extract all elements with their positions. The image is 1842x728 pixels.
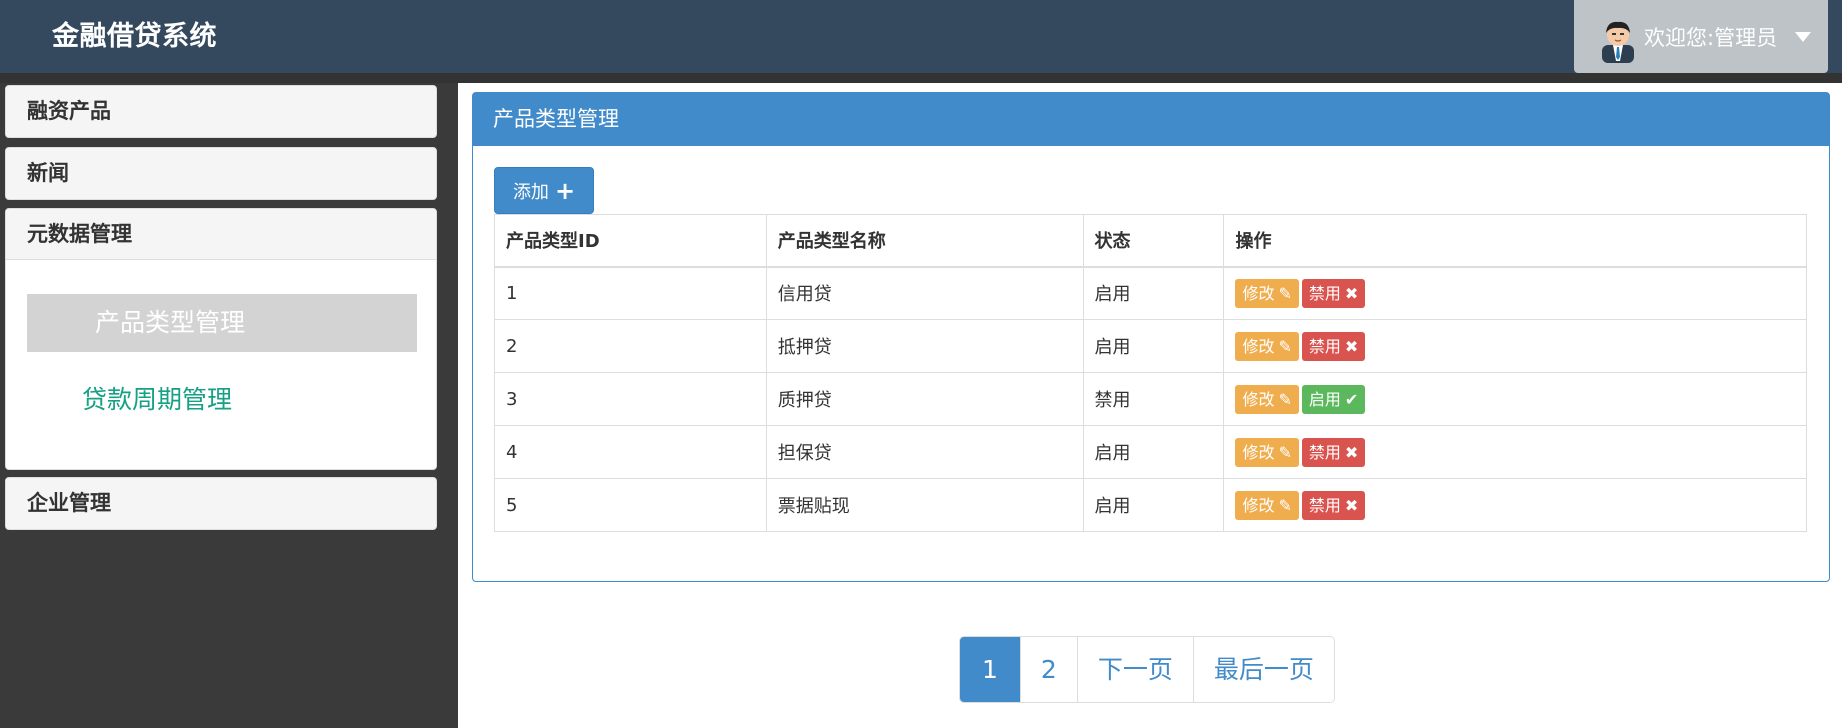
brand-title[interactable]: 金融借贷系统: [52, 0, 217, 73]
cell-status: 启用: [1082, 266, 1225, 320]
pencil-icon: ✎: [1278, 283, 1292, 303]
edit-button-label: 修改: [1242, 389, 1275, 409]
cell-id: 1: [494, 266, 767, 320]
disable-button-label: 禁用: [1308, 495, 1341, 515]
edit-button[interactable]: 修改 ✎: [1235, 278, 1299, 308]
sidebar-panel-financing[interactable]: 融资产品: [5, 85, 437, 138]
edit-button-label: 修改: [1242, 283, 1275, 303]
sidebar-panel-enterprise[interactable]: 企业管理: [5, 477, 437, 530]
cell-id: 5: [494, 478, 767, 532]
edit-button[interactable]: 修改 ✎: [1235, 437, 1299, 467]
page-button-2[interactable]: 2: [1019, 637, 1077, 702]
caret-down-icon[interactable]: [1795, 31, 1812, 42]
disable-button[interactable]: 禁用 ✖: [1301, 278, 1366, 308]
cell-id: 3: [494, 372, 767, 426]
edit-button[interactable]: 修改 ✎: [1235, 331, 1299, 361]
user-menu[interactable]: 欢迎您:管理员: [1574, 0, 1828, 73]
sidebar-heading-news[interactable]: 新闻: [6, 148, 436, 199]
close-icon: ✖: [1344, 442, 1359, 462]
user-avatar-icon: [1602, 21, 1634, 63]
enable-button[interactable]: 启用 ✔: [1301, 384, 1366, 414]
column-header-name: 产品类型名称: [765, 214, 1084, 268]
add-button[interactable]: 添加 +: [494, 167, 594, 214]
cell-name: 抵押贷: [765, 319, 1084, 373]
cell-name: 担保贷: [765, 425, 1084, 479]
column-header-status: 状态: [1082, 214, 1225, 268]
sidebar-panel-news[interactable]: 新闻: [5, 147, 437, 200]
page-button-1[interactable]: 1: [960, 637, 1020, 702]
table-row: 4 担保贷 启用 修改 ✎ 禁用 ✖: [494, 425, 1807, 479]
column-header-actions: 操作: [1223, 214, 1807, 268]
panel-title: 产品类型管理: [473, 93, 1829, 146]
table-header-row: 产品类型ID 产品类型名称 状态 操作: [494, 214, 1807, 268]
disable-button-label: 禁用: [1308, 442, 1341, 462]
plus-icon: +: [554, 176, 576, 205]
cell-id: 4: [494, 425, 767, 479]
last-page-button[interactable]: 最后一页: [1192, 637, 1334, 702]
sidebar-item-product-type[interactable]: 产品类型管理: [27, 294, 417, 352]
table-row: 1 信用贷 启用 修改 ✎ 禁用 ✖: [494, 266, 1807, 320]
edit-button[interactable]: 修改 ✎: [1235, 384, 1299, 414]
cell-status: 启用: [1082, 425, 1225, 479]
top-navbar: 金融借贷系统 欢迎您:管理员: [0, 0, 1842, 73]
enable-button-label: 启用: [1308, 389, 1341, 409]
cell-actions: 修改 ✎ 启用 ✔: [1223, 372, 1807, 426]
close-icon: ✖: [1344, 495, 1359, 515]
content-panel: 产品类型管理 添加 + 产品类型ID 产品类型名称 状态 操作 1 信用贷 启用…: [472, 92, 1830, 582]
check-icon: ✔: [1344, 389, 1359, 409]
table-row: 3 质押贷 禁用 修改 ✎ 启用 ✔: [494, 372, 1807, 426]
pencil-icon: ✎: [1278, 336, 1292, 356]
disable-button-label: 禁用: [1308, 336, 1341, 356]
cell-actions: 修改 ✎ 禁用 ✖: [1223, 319, 1807, 373]
column-header-id: 产品类型ID: [494, 214, 767, 268]
cell-name: 信用贷: [765, 266, 1084, 320]
close-icon: ✖: [1344, 283, 1359, 303]
next-page-button[interactable]: 下一页: [1076, 637, 1193, 702]
edit-button-label: 修改: [1242, 336, 1275, 356]
cell-actions: 修改 ✎ 禁用 ✖: [1223, 425, 1807, 479]
close-icon: ✖: [1344, 336, 1359, 356]
pencil-icon: ✎: [1278, 495, 1292, 515]
pagination: 1 2 下一页 最后一页: [959, 636, 1335, 703]
cell-id: 2: [494, 319, 767, 373]
disable-button[interactable]: 禁用 ✖: [1301, 490, 1366, 520]
edit-button-label: 修改: [1242, 495, 1275, 515]
add-button-label: 添加: [512, 181, 549, 203]
pencil-icon: ✎: [1278, 389, 1292, 409]
cell-status: 启用: [1082, 478, 1225, 532]
edit-button-label: 修改: [1242, 442, 1275, 462]
pencil-icon: ✎: [1278, 442, 1292, 462]
table-row: 2 抵押贷 启用 修改 ✎ 禁用 ✖: [494, 319, 1807, 373]
cell-name: 质押贷: [765, 372, 1084, 426]
header-divider: [0, 73, 1842, 83]
disable-button[interactable]: 禁用 ✖: [1301, 331, 1366, 361]
edit-button[interactable]: 修改 ✎: [1235, 490, 1299, 520]
sidebar-heading-financing[interactable]: 融资产品: [6, 86, 436, 137]
cell-status: 禁用: [1082, 372, 1225, 426]
sidebar-item-loan-period[interactable]: 贷款周期管理: [82, 380, 232, 416]
sidebar-heading-enterprise[interactable]: 企业管理: [6, 478, 436, 529]
disable-button[interactable]: 禁用 ✖: [1301, 437, 1366, 467]
cell-name: 票据贴现: [765, 478, 1084, 532]
welcome-label: 欢迎您:管理员: [1644, 25, 1778, 50]
sidebar-panel-metadata: 元数据管理 产品类型管理 贷款周期管理: [5, 208, 437, 470]
table-row: 5 票据贴现 启用 修改 ✎ 禁用 ✖: [494, 478, 1807, 532]
product-type-table: 产品类型ID 产品类型名称 状态 操作 1 信用贷 启用 修改 ✎ 禁用 ✖ 2 抵押…: [494, 214, 1807, 532]
cell-actions: 修改 ✎ 禁用 ✖: [1223, 478, 1807, 532]
cell-actions: 修改 ✎ 禁用 ✖: [1223, 266, 1807, 320]
sidebar: 融资产品 新闻 元数据管理 产品类型管理 贷款周期管理 企业管理: [0, 83, 458, 728]
cell-status: 启用: [1082, 319, 1225, 373]
disable-button-label: 禁用: [1308, 283, 1341, 303]
sidebar-heading-metadata[interactable]: 元数据管理: [6, 209, 436, 260]
